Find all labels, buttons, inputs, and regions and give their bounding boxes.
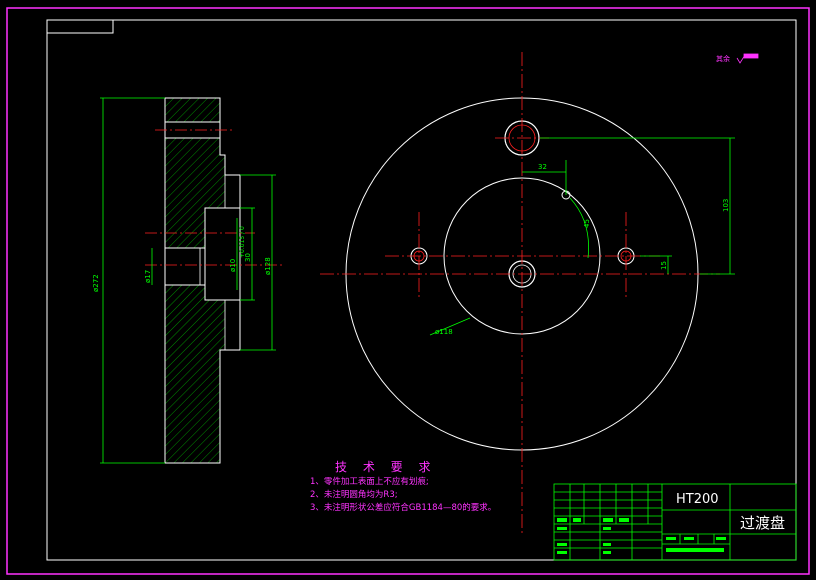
dim-d118: ø118 <box>435 328 453 336</box>
tech-requirement-2: 2、未注明圆角均为R3; <box>310 490 398 500</box>
dim-d272: ø272 <box>92 274 100 292</box>
dim-45: 45 <box>583 219 591 228</box>
dim-d128: ø128 <box>264 257 272 275</box>
hub-bore <box>204 207 241 301</box>
through-hole <box>164 247 206 286</box>
roughness-symbol <box>736 53 759 64</box>
dim-15: 15 <box>660 261 668 270</box>
corner-tag <box>46 19 114 34</box>
tech-requirement-3: 3、未注明形状公差应符合GB1184—80的要求。 <box>310 503 497 513</box>
outer-border <box>6 7 810 575</box>
roughness-note: 其余 <box>716 55 730 63</box>
dim-103: 103 <box>722 199 730 212</box>
tech-requirement-1: 1、零件加工表面上不应有划痕; <box>310 477 429 487</box>
title-block-labels <box>557 518 726 554</box>
dim-d17: ø17 <box>144 270 152 283</box>
dim-d10: ø10 <box>229 259 237 272</box>
dim-tolerance: +0.015 / 0 <box>239 226 246 258</box>
left-section-view: ø272 ø128 30 ø10 +0.015 / 0 ø17 <box>92 97 285 464</box>
material-label: HT200 <box>676 492 719 507</box>
part-name: 过渡盘 <box>740 514 786 532</box>
tech-requirements-title: 技 术 要 求 <box>335 460 437 474</box>
dim-32: 32 <box>538 163 547 171</box>
